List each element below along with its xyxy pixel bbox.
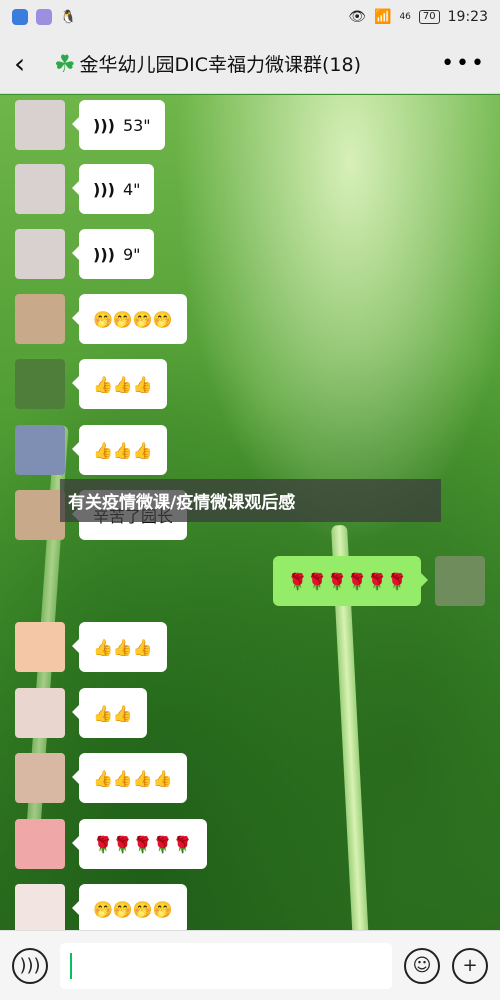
emoji-icon: ☺ xyxy=(412,955,432,976)
avatar[interactable] xyxy=(15,100,65,150)
text-cursor xyxy=(70,952,72,979)
chat-message[interactable]: 👍👍 xyxy=(15,688,147,738)
avatar[interactable] xyxy=(15,490,65,540)
message-bubble[interactable]: ))) 9" xyxy=(71,229,155,279)
wifi-icon: 📶 xyxy=(374,9,392,25)
chat-message[interactable]: ))) 53" xyxy=(15,100,165,150)
chat-title: 金华幼儿园DIC幸福力微课群(18) xyxy=(79,54,362,76)
chat-message[interactable]: 👍👍👍 xyxy=(15,359,167,409)
message-text: 4" xyxy=(122,179,141,199)
chat-header: ‹ ☘ 金华幼儿园DIC幸福力微课群(18) ••• xyxy=(0,34,500,94)
chat-message[interactable]: ))) 9" xyxy=(15,229,155,279)
emoji-button[interactable]: ☺ xyxy=(404,947,440,984)
battery-icon: 70 xyxy=(418,10,440,24)
avatar[interactable] xyxy=(15,753,65,803)
message-text: 🌹🌹🌹🌹🌹🌹 xyxy=(287,571,407,591)
avatar[interactable] xyxy=(15,359,65,409)
message-bubble[interactable]: 🤭🤭🤭🤭 xyxy=(72,884,187,934)
input-bar: ))) ☺ + xyxy=(0,930,500,1000)
more-actions-button[interactable]: + xyxy=(452,947,488,984)
overlay-caption: 有关疫情微课/疫情微课观后感 xyxy=(60,479,441,522)
chat-message[interactable]: 🌹🌹🌹🌹🌹 xyxy=(15,819,207,869)
chat-message[interactable]: 👍👍👍 xyxy=(15,425,167,475)
chat-message[interactable]: 🤭🤭🤭🤭 xyxy=(15,884,187,934)
message-bubble[interactable]: ))) 4" xyxy=(71,164,155,214)
message-text: 🌹🌹🌹🌹🌹 xyxy=(93,834,193,854)
back-icon[interactable]: ‹ xyxy=(14,47,48,80)
voice-toggle-button[interactable]: ))) xyxy=(12,947,48,984)
plus-icon: + xyxy=(462,955,478,976)
chat-message[interactable]: 🌹🌹🌹🌹🌹🌹 xyxy=(273,556,485,606)
voice-message-icon: ))) xyxy=(93,115,115,135)
message-text: 👍👍👍 xyxy=(93,440,153,460)
clock: 19:23 xyxy=(447,9,488,25)
avatar[interactable] xyxy=(15,819,65,869)
chat-message[interactable]: 🤭🤭🤭🤭 xyxy=(15,294,187,344)
message-bubble[interactable]: 🤭🤭🤭🤭 xyxy=(72,294,187,344)
message-text: 🤭🤭🤭🤭 xyxy=(93,309,173,329)
message-text: 👍👍👍 xyxy=(93,374,153,394)
avatar[interactable] xyxy=(15,229,65,279)
message-bubble[interactable]: 👍👍 xyxy=(72,688,147,738)
avatar[interactable] xyxy=(15,164,65,214)
voice-icon: ))) xyxy=(19,955,41,976)
avatar[interactable] xyxy=(15,884,65,934)
chat-message[interactable]: 👍👍👍 xyxy=(15,622,167,672)
message-bubble[interactable]: ))) 53" xyxy=(72,100,165,150)
message-input[interactable] xyxy=(60,942,392,989)
message-text: 👍👍👍👍 xyxy=(93,768,173,788)
avatar[interactable] xyxy=(15,294,65,344)
chat-message[interactable]: ))) 4" xyxy=(15,164,155,214)
voice-message-icon: ))) xyxy=(93,179,115,199)
message-bubble[interactable]: 🌹🌹🌹🌹🌹 xyxy=(72,819,207,869)
network-label: 46 xyxy=(399,12,411,22)
eye-icon: 👁 xyxy=(348,9,367,25)
message-text: 9" xyxy=(122,244,141,264)
status-bar: 🐧 👁 📶 46 70 19:23 xyxy=(0,0,500,34)
message-text: 👍👍 xyxy=(93,703,133,723)
app-icon xyxy=(36,9,52,25)
app-icon xyxy=(12,9,28,25)
clover-icon: ☘ xyxy=(54,49,76,78)
avatar[interactable] xyxy=(435,556,485,606)
message-bubble[interactable]: 👍👍👍👍 xyxy=(72,753,187,803)
avatar[interactable] xyxy=(15,425,65,475)
message-bubble[interactable]: 👍👍👍 xyxy=(72,425,167,475)
avatar[interactable] xyxy=(15,622,65,672)
qq-icon: 🐧 xyxy=(60,9,77,25)
message-text: 🤭🤭🤭🤭 xyxy=(93,899,173,919)
chat-message[interactable]: 👍👍👍👍 xyxy=(15,753,187,803)
voice-message-icon: ))) xyxy=(93,244,115,264)
message-text: 👍👍👍 xyxy=(93,637,153,657)
more-icon[interactable]: ••• xyxy=(441,51,486,76)
message-bubble[interactable]: 👍👍👍 xyxy=(72,359,167,409)
message-bubble[interactable]: 🌹🌹🌹🌹🌹🌹 xyxy=(273,556,428,606)
avatar[interactable] xyxy=(15,688,65,738)
message-bubble[interactable]: 👍👍👍 xyxy=(72,622,167,672)
message-text: 53" xyxy=(122,115,151,135)
